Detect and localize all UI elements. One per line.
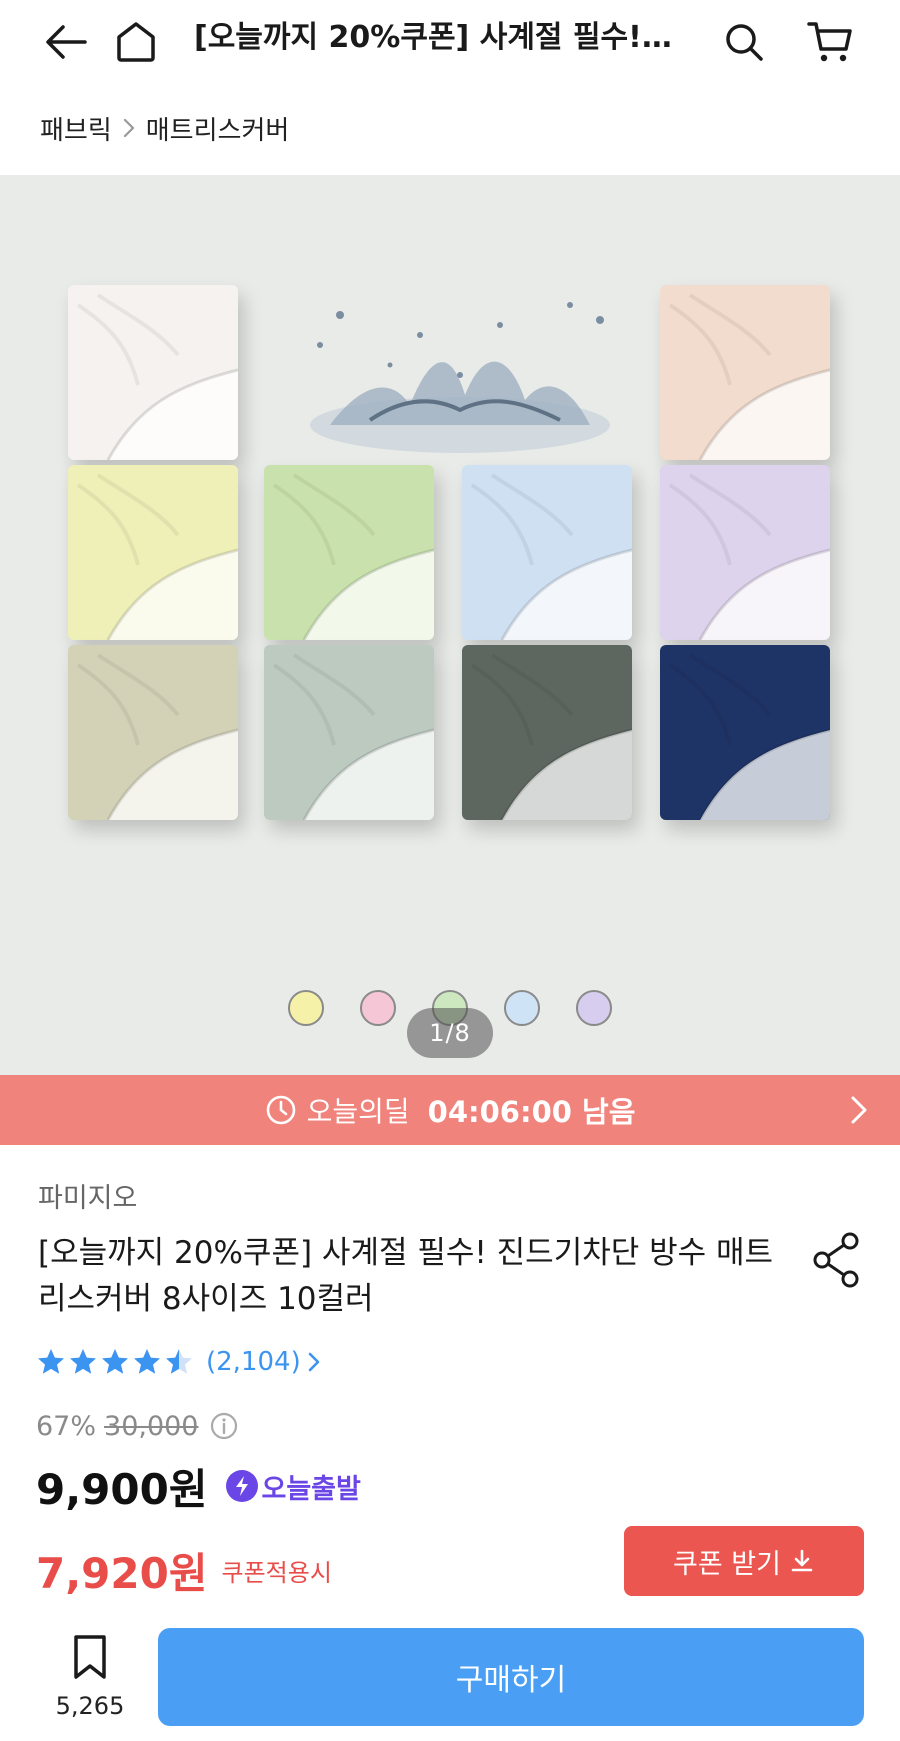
coupon-note: 쿠폰적용시 (221, 1558, 332, 1587)
color-swatch-dot[interactable] (504, 990, 540, 1026)
review-count[interactable]: (2,104) (206, 1347, 301, 1377)
product-image-gallery[interactable]: 1/8 (0, 175, 900, 1075)
breadcrumb: 패브릭 매트리스커버 (40, 108, 289, 148)
star-icon (164, 1347, 194, 1377)
get-coupon-button[interactable]: 쿠폰 받기 (624, 1526, 864, 1596)
coupon-price: 7,920원 (36, 1548, 208, 1598)
todays-deal-banner[interactable]: 오늘의딜 04:06:00 남음 (0, 1075, 900, 1145)
mattress-cover-swatch (660, 645, 830, 820)
star-icon (36, 1347, 66, 1377)
shipping-badge-label: 오늘출발 (261, 1473, 361, 1505)
home-icon[interactable] (106, 12, 166, 72)
buy-button[interactable]: 구매하기 (158, 1628, 864, 1726)
mattress-cover-swatch (264, 465, 434, 640)
original-price: 30,000 (104, 1410, 199, 1442)
info-icon[interactable] (209, 1411, 239, 1441)
star-rating (36, 1347, 196, 1377)
lightning-icon (225, 1470, 258, 1502)
mattress-cover-swatch (68, 285, 238, 460)
mattress-cover-swatch (68, 645, 238, 820)
deal-label: 오늘의딜 (306, 1095, 410, 1128)
mattress-cover-swatch (660, 465, 830, 640)
discount-percent: 67% (36, 1410, 97, 1442)
color-swatch-dot[interactable] (360, 990, 396, 1026)
discount-row: 67% 30,000 (36, 1406, 239, 1446)
clock-icon (265, 1094, 297, 1126)
mattress-cover-swatch (68, 465, 238, 640)
mattress-cover-swatch (264, 645, 434, 820)
top-app-bar: [오늘까지 20%쿠폰] 사계절 필수!… (0, 0, 900, 84)
star-icon (132, 1347, 162, 1377)
chevron-right-icon (307, 1350, 321, 1374)
mattress-cover-swatch (462, 645, 632, 820)
brand-name[interactable]: 파미지오 (38, 1176, 137, 1215)
coupon-price-row: 7,920원 쿠폰적용시 (36, 1538, 332, 1602)
bookmark-button[interactable]: 5,265 (40, 1634, 140, 1734)
search-icon[interactable] (714, 12, 774, 72)
mattress-cover-swatch (660, 285, 830, 460)
color-swatch-dot[interactable] (576, 990, 612, 1026)
price-row: 9,900원 오늘출발 (36, 1458, 361, 1514)
mattress-cover-swatch (462, 465, 632, 640)
share-icon[interactable] (808, 1228, 864, 1292)
image-pager: 1/8 (407, 1008, 493, 1058)
color-swatch-dot[interactable] (288, 990, 324, 1026)
bookmark-icon (70, 1634, 110, 1684)
page-title: [오늘까지 20%쿠폰] 사계절 필수!… (194, 20, 672, 55)
chevron-right-icon (848, 1092, 870, 1132)
chevron-right-icon (120, 115, 138, 141)
cart-icon[interactable] (800, 12, 860, 72)
star-icon (68, 1347, 98, 1377)
bookmark-count: 5,265 (55, 1692, 125, 1720)
back-arrow-icon[interactable] (36, 12, 96, 72)
deal-countdown: 04:06:00 남음 (427, 1095, 636, 1129)
product-title: [오늘까지 20%쿠폰] 사계절 필수! 진드기차단 방수 매트리스커버 8사이… (38, 1235, 774, 1317)
sale-price: 9,900원 (36, 1464, 208, 1514)
water-splash-image (310, 302, 610, 453)
breadcrumb-item-mattress-cover[interactable]: 매트리스커버 (146, 110, 290, 147)
today-shipping-badge: 오늘출발 (225, 1467, 361, 1506)
rating-summary[interactable]: (2,104) (36, 1344, 321, 1380)
star-icon (100, 1347, 130, 1377)
download-icon (789, 1548, 815, 1574)
breadcrumb-item-fabric[interactable]: 패브릭 (40, 110, 112, 147)
coupon-button-label: 쿠폰 받기 (673, 1548, 781, 1580)
